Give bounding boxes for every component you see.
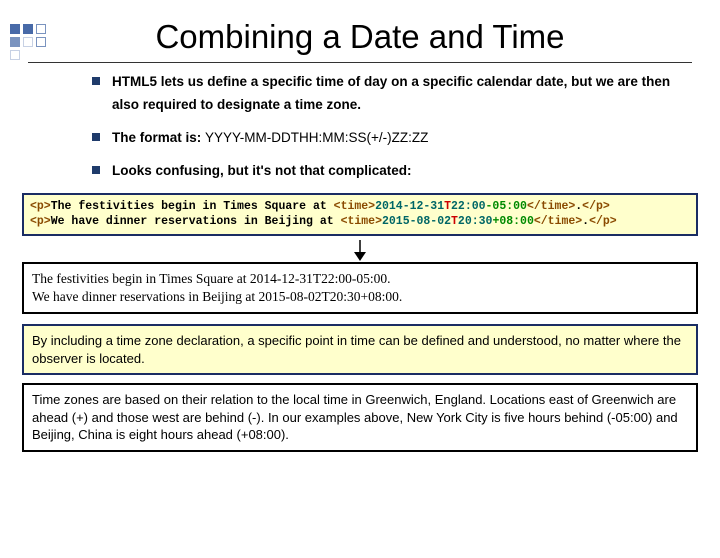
bullet-text: The format is: [112,130,205,145]
explanation-box: Time zones are based on their relation t… [22,383,698,452]
rendered-output-box: The festivities begin in Times Square at… [22,262,698,314]
code-example-box: <p>The festivities begin in Times Square… [22,193,698,236]
bullet-item: HTML5 lets us define a specific time of … [92,71,678,117]
bullet-item: The format is: YYYY-MM-DDTHH:MM:SS(+/-)Z… [92,127,678,150]
code-line: <p>We have dinner reservations in Beijin… [30,214,690,230]
corner-decoration [10,24,58,60]
rendered-line: We have dinner reservations in Beijing a… [32,288,688,306]
bullet-list: HTML5 lets us define a specific time of … [52,71,678,183]
arrow-down-icon [0,240,720,262]
highlight-note-box: By including a time zone declaration, a … [22,324,698,375]
code-line: <p>The festivities begin in Times Square… [30,199,690,215]
slide-title: Combining a Date and Time [0,18,720,56]
title-rule [28,62,692,63]
rendered-line: The festivities begin in Times Square at… [32,270,688,288]
format-string: YYYY-MM-DDTHH:MM:SS(+/-)ZZ:ZZ [205,130,428,145]
bullet-item: Looks confusing, but it's not that compl… [92,160,678,183]
